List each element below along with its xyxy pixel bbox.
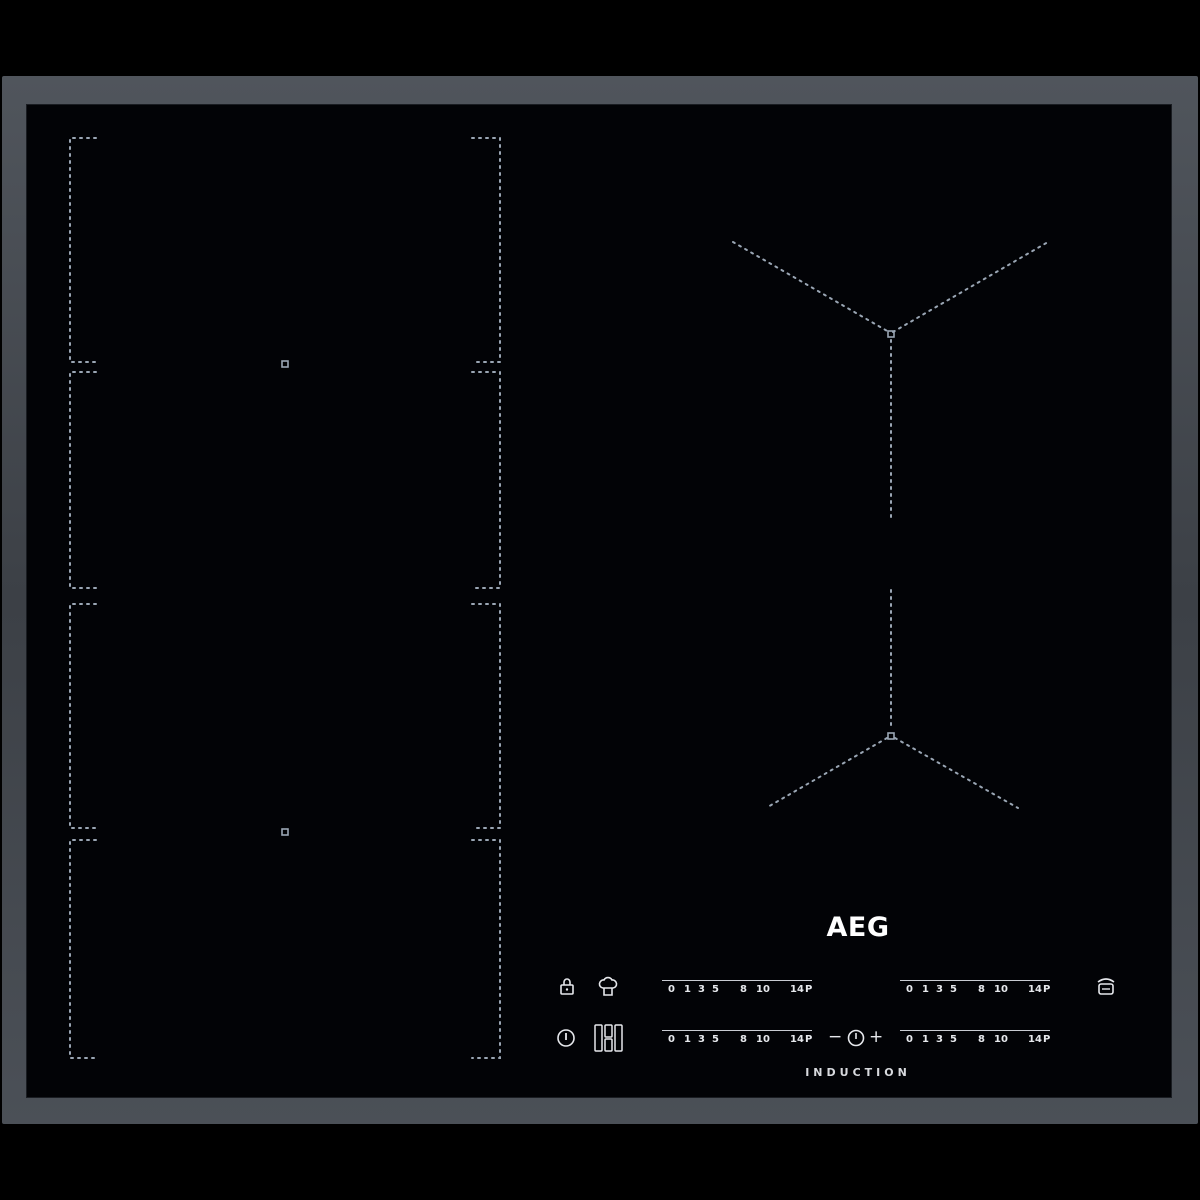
zone-marking-bottom-left-arm bbox=[765, 737, 888, 809]
flex-zone-right-edge-3 bbox=[471, 603, 501, 829]
flex-zone-centre-lower bbox=[281, 828, 289, 836]
power-level-10[interactable]: 10 bbox=[756, 983, 770, 997]
power-level-3[interactable]: 3 bbox=[698, 983, 705, 997]
cooking-zone-markings bbox=[69, 137, 1049, 1059]
power-level-1[interactable]: 1 bbox=[684, 983, 691, 997]
power-scale: 0 1 3 5 8 10 14 P bbox=[900, 983, 1050, 997]
power-level-3[interactable]: 3 bbox=[698, 1033, 705, 1047]
power-level-P[interactable]: P bbox=[1043, 1033, 1050, 1047]
power-level-8[interactable]: 8 bbox=[740, 1033, 747, 1047]
slider-track bbox=[662, 1030, 812, 1031]
timer-control: − + bbox=[828, 1027, 886, 1047]
bridge-zones-icon[interactable] bbox=[593, 1023, 625, 1053]
power-level-1[interactable]: 1 bbox=[922, 983, 929, 997]
induction-label: INDUCTION bbox=[805, 1066, 911, 1079]
slider-track bbox=[900, 980, 1050, 981]
power-level-P[interactable]: P bbox=[1043, 983, 1050, 997]
zone-centre-bottom bbox=[887, 732, 895, 740]
power-scale: 0 1 3 5 8 10 14 P bbox=[662, 1033, 812, 1047]
flex-zone-left-edge-3 bbox=[69, 603, 97, 829]
flex-zone-right-edge-4 bbox=[471, 839, 501, 1059]
zone-marking-top-right-arm bbox=[892, 241, 1049, 333]
slider-left-top[interactable]: 0 1 3 5 8 10 14 P bbox=[662, 980, 812, 1000]
power-level-14[interactable]: 14 bbox=[1028, 983, 1042, 997]
power-level-14[interactable]: 14 bbox=[790, 1033, 804, 1047]
flex-zone-centre-upper bbox=[281, 360, 289, 368]
power-level-P[interactable]: P bbox=[805, 1033, 812, 1047]
brand-logo: AEG bbox=[826, 912, 890, 943]
power-level-14[interactable]: 14 bbox=[790, 983, 804, 997]
hob2hood-icon[interactable] bbox=[1094, 974, 1118, 1000]
power-icon[interactable] bbox=[555, 1027, 577, 1049]
flex-zone-left-edge-2 bbox=[69, 371, 97, 589]
power-level-3[interactable]: 3 bbox=[936, 983, 943, 997]
flex-zone-right-edge-1 bbox=[471, 137, 501, 363]
timer-plus-button[interactable]: + bbox=[869, 1027, 883, 1047]
zone-marking-top-left-arm bbox=[732, 241, 890, 333]
flex-zone-left-edge-4 bbox=[69, 839, 97, 1059]
slider-right-bottom[interactable]: 0 1 3 5 8 10 14 P bbox=[900, 1030, 1050, 1050]
power-level-0[interactable]: 0 bbox=[668, 983, 675, 997]
flex-zone-right-edge-2 bbox=[471, 371, 501, 589]
slider-right-top[interactable]: 0 1 3 5 8 10 14 P bbox=[900, 980, 1050, 1000]
timer-minus-button[interactable]: − bbox=[828, 1027, 842, 1047]
timer-icon bbox=[847, 1029, 865, 1047]
flex-zone-left-edge-1 bbox=[69, 137, 97, 363]
slider-track bbox=[900, 1030, 1050, 1031]
slider-track bbox=[662, 980, 812, 981]
power-level-8[interactable]: 8 bbox=[978, 983, 985, 997]
lock-icon[interactable] bbox=[556, 977, 578, 997]
zone-marking-bottom-right-arm bbox=[894, 737, 1019, 809]
power-level-0[interactable]: 0 bbox=[906, 1033, 913, 1047]
power-level-5[interactable]: 5 bbox=[950, 983, 957, 997]
power-level-8[interactable]: 8 bbox=[978, 1033, 985, 1047]
power-scale: 0 1 3 5 8 10 14 P bbox=[662, 983, 812, 997]
power-level-14[interactable]: 14 bbox=[1028, 1033, 1042, 1047]
power-level-1[interactable]: 1 bbox=[684, 1033, 691, 1047]
power-level-10[interactable]: 10 bbox=[756, 1033, 770, 1047]
chef-hat-icon[interactable] bbox=[596, 974, 620, 1000]
power-level-0[interactable]: 0 bbox=[668, 1033, 675, 1047]
power-level-3[interactable]: 3 bbox=[936, 1033, 943, 1047]
power-level-5[interactable]: 5 bbox=[712, 983, 719, 997]
power-level-1[interactable]: 1 bbox=[922, 1033, 929, 1047]
power-level-5[interactable]: 5 bbox=[950, 1033, 957, 1047]
slider-left-bottom[interactable]: 0 1 3 5 8 10 14 P bbox=[662, 1030, 812, 1050]
power-level-0[interactable]: 0 bbox=[906, 983, 913, 997]
power-scale: 0 1 3 5 8 10 14 P bbox=[900, 1033, 1050, 1047]
power-level-10[interactable]: 10 bbox=[994, 983, 1008, 997]
power-level-8[interactable]: 8 bbox=[740, 983, 747, 997]
power-level-5[interactable]: 5 bbox=[712, 1033, 719, 1047]
power-level-10[interactable]: 10 bbox=[994, 1033, 1008, 1047]
power-level-P[interactable]: P bbox=[805, 983, 812, 997]
